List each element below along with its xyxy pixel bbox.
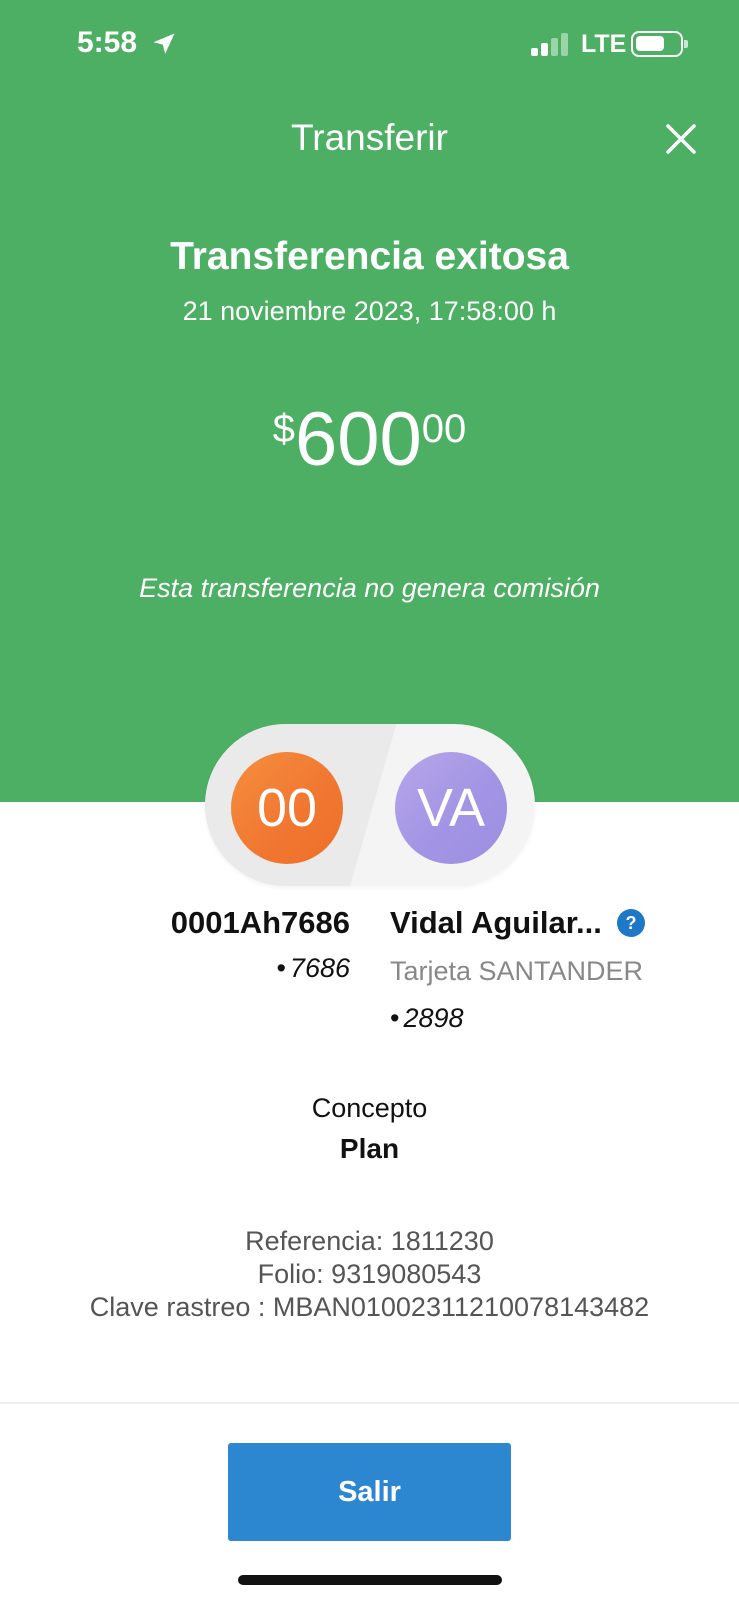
- footer-divider: [0, 1402, 739, 1404]
- location-arrow-icon: [153, 33, 175, 54]
- success-title: Transferencia exitosa: [170, 235, 569, 278]
- accounts-avatar-pill: 00 VA: [205, 724, 535, 886]
- home-indicator[interactable]: [238, 1575, 502, 1585]
- destination-bank: Tarjeta SANTANDER: [390, 956, 644, 986]
- concept-value: Plan: [339, 1133, 400, 1164]
- folio-number: Folio: 9319080543: [257, 1259, 482, 1289]
- amount-currency: $: [272, 407, 295, 451]
- destination-avatar: VA: [395, 752, 507, 864]
- network-type: LTE: [581, 30, 627, 58]
- status-time: 5:58: [77, 26, 138, 59]
- battery-icon: [631, 31, 688, 57]
- destination-account-number: • 2898: [390, 1003, 464, 1033]
- destination-account-last: 2898: [403, 1003, 464, 1033]
- page-title: Transferir: [291, 117, 448, 158]
- amount-integer: 600: [294, 397, 422, 482]
- destination-account-name: Vidal Aguilar...: [390, 905, 602, 940]
- origin-account-number: • 7686: [276, 953, 350, 983]
- transfer-datetime: 21 noviembre 2023, 17:58:00 h: [182, 296, 557, 326]
- transfer-references: Referencia: 1811230 Folio: 9319080543 Cl…: [0, 1225, 739, 1324]
- concept-label: Concepto: [311, 1093, 428, 1123]
- tracking-key: Clave rastreo : MBAN01002311210078143482: [89, 1292, 650, 1322]
- exit-button[interactable]: Salir: [228, 1443, 511, 1541]
- origin-account-last: 7686: [289, 953, 350, 983]
- reference-number: Referencia: 1811230: [245, 1226, 494, 1256]
- signal-bars-icon: [531, 32, 571, 56]
- question-circle-icon[interactable]: ?: [617, 909, 645, 937]
- commission-note: Esta transferencia no genera comisión: [139, 573, 600, 603]
- close-icon[interactable]: [662, 120, 700, 158]
- transfer-amount: $60000: [0, 395, 739, 485]
- amount-decimals: 00: [421, 407, 467, 451]
- origin-avatar: 00: [231, 752, 343, 864]
- origin-account-name: 0001Ah7686: [170, 905, 350, 940]
